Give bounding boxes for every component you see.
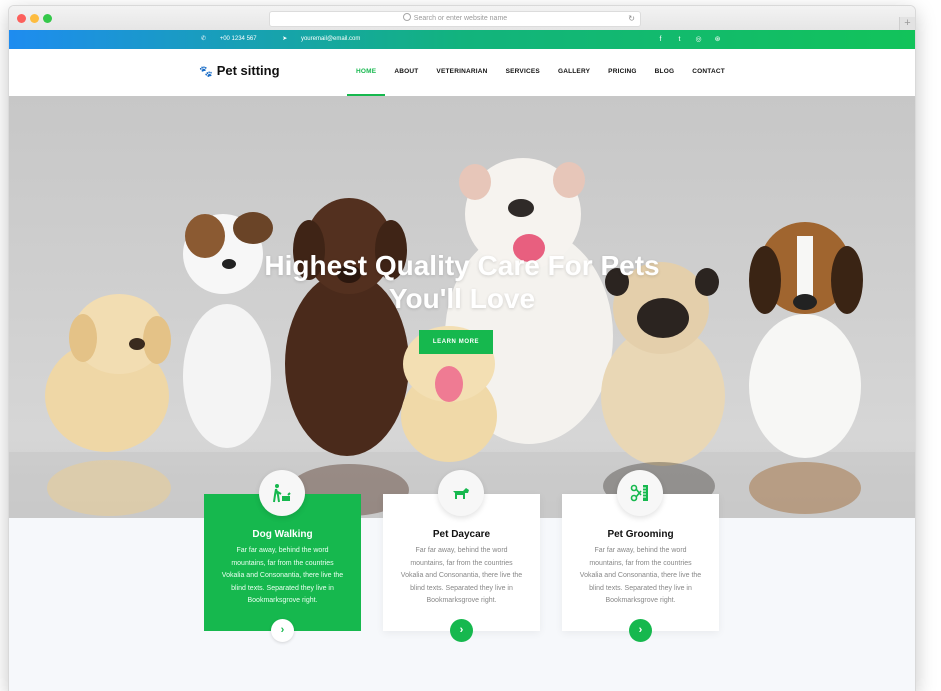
hero-section: Highest Quality Care For Pets You'll Lov…: [9, 96, 915, 518]
dribbble-icon[interactable]: ⊛: [708, 30, 727, 49]
search-icon: [402, 13, 411, 21]
nav-menu: HOME ABOUT VETERINARIAN SERVICES GALLERY…: [347, 49, 734, 96]
top-info-bar: ✆ +00 1234 567 ➤ youremail@email.com f t ◎…: [9, 30, 915, 49]
new-tab-button[interactable]: +: [899, 17, 915, 30]
facebook-icon[interactable]: f: [651, 30, 670, 49]
nav-item-services[interactable]: SERVICES: [497, 49, 549, 96]
send-icon: ➤: [282, 36, 288, 42]
address-bar-placeholder: Search or enter website name: [413, 15, 508, 22]
service-card-dog-walking[interactable]: Dog Walking Far far away, behind the wor…: [204, 470, 361, 642]
service-title: Pet Daycare: [432, 529, 491, 540]
service-card-pet-daycare[interactable]: Pet Daycare Far far away, behind the wor…: [383, 470, 540, 642]
chevron-right-icon[interactable]: ›: [629, 619, 652, 642]
hero-title-line-2: You'll Love: [388, 283, 536, 314]
dog-walking-icon: [259, 470, 305, 516]
nav-item-home[interactable]: HOME: [347, 49, 386, 96]
email-address: youremail@email.com: [300, 36, 361, 42]
service-title: Dog Walking: [252, 529, 313, 540]
golden-puppy: [45, 294, 171, 516]
learn-more-button[interactable]: LEARN MORE: [419, 330, 493, 354]
close-window-button[interactable]: [17, 14, 26, 23]
hero-title: Highest Quality Care For Pets You'll Lov…: [9, 249, 915, 315]
main-navbar: 🐾 Pet sitting HOME ABOUT VETERINARIAN SER…: [9, 49, 915, 97]
browser-toolbar: Search or enter website name ↻ +: [9, 6, 915, 31]
service-description: Far far away, behind the word mountains,…: [400, 547, 523, 604]
phone-contact[interactable]: ✆ +00 1234 567: [201, 36, 269, 42]
site-logo[interactable]: 🐾 Pet sitting: [199, 63, 280, 78]
chevron-right-icon[interactable]: ›: [271, 619, 294, 642]
nav-item-pricing[interactable]: PRICING: [599, 49, 646, 96]
site-logo-text: Pet sitting: [216, 63, 280, 78]
service-description: Far far away, behind the word mountains,…: [221, 547, 344, 604]
dog-icon: [438, 470, 484, 516]
instagram-icon[interactable]: ◎: [689, 30, 708, 49]
chevron-right-icon[interactable]: ›: [450, 619, 473, 642]
twitter-icon[interactable]: t: [670, 30, 689, 49]
email-contact[interactable]: ➤ youremail@email.com: [282, 36, 372, 42]
browser-window: Search or enter website name ↻ + ✆ +00 1…: [9, 6, 915, 691]
grooming-scissors-icon: [617, 470, 663, 516]
nav-item-gallery[interactable]: GALLERY: [549, 49, 599, 96]
reload-icon[interactable]: ↻: [628, 12, 635, 26]
minimize-window-button[interactable]: [30, 14, 39, 23]
phone-number: +00 1234 567: [219, 36, 257, 42]
address-bar[interactable]: Search or enter website name ↻: [269, 11, 641, 27]
nav-item-about[interactable]: ABOUT: [385, 49, 427, 96]
service-title: Pet Grooming: [607, 529, 674, 540]
service-card-pet-grooming[interactable]: Pet Grooming Far far away, behind the wo…: [562, 470, 719, 642]
zoom-window-button[interactable]: [43, 14, 52, 23]
jack-russell-dog: [183, 212, 273, 448]
nav-item-blog[interactable]: BLOG: [646, 49, 684, 96]
hero-title-line-1: Highest Quality Care For Pets: [264, 250, 660, 281]
nav-item-contact[interactable]: CONTACT: [683, 49, 734, 96]
phone-icon: ✆: [201, 36, 207, 42]
service-description: Far far away, behind the word mountains,…: [579, 547, 702, 604]
paw-icon: 🐾: [199, 66, 213, 78]
nav-item-veterinarian[interactable]: VETERINARIAN: [427, 49, 496, 96]
